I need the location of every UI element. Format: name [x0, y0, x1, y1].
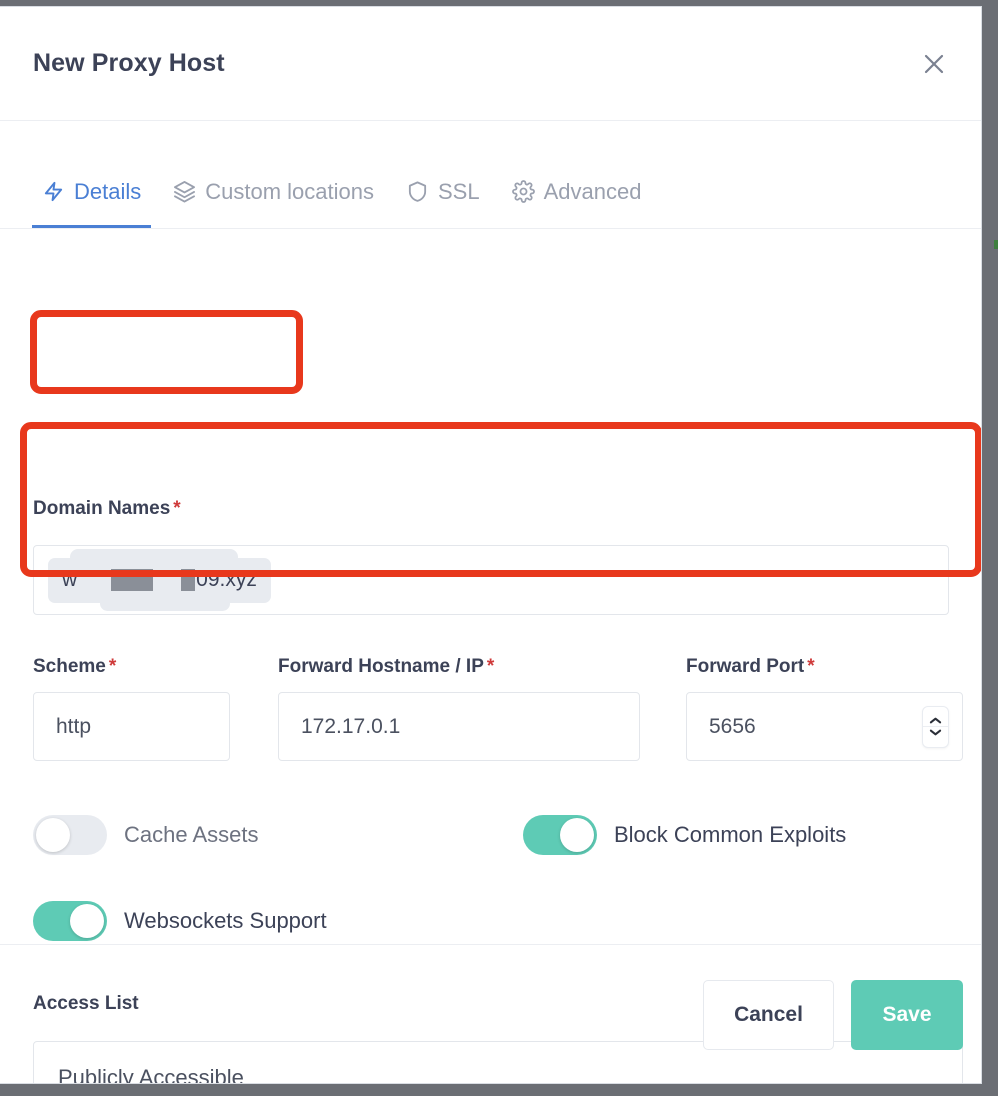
forward-port-label: Forward Port *	[686, 656, 815, 677]
required-marker: *	[108, 656, 117, 677]
forward-config-row: Scheme * http Forward Hostname / IP * 172.…	[33, 657, 963, 761]
scheme-select[interactable]: http	[33, 692, 230, 761]
modal-header: New Proxy Host	[0, 7, 981, 121]
cache-assets-switch[interactable]	[33, 815, 107, 855]
required-marker: *	[486, 656, 495, 677]
domain-names-input[interactable]: w 09.xyz	[33, 545, 949, 615]
forward-port-field-group: Forward Port * 5656	[686, 657, 963, 761]
scheme-field-group: Scheme * http	[33, 657, 278, 761]
cancel-button[interactable]: Cancel	[703, 979, 834, 1050]
page-title: New Proxy Host	[33, 49, 225, 77]
chevron-down-icon[interactable]	[928, 727, 943, 738]
shield-icon	[406, 180, 429, 203]
save-button[interactable]: Save	[851, 979, 963, 1050]
new-proxy-host-modal: New Proxy Host Details Custom locations …	[0, 6, 982, 1084]
forward-hostname-input[interactable]: 172.17.0.1	[278, 692, 640, 761]
required-marker: *	[807, 656, 815, 677]
redaction-block-2	[181, 569, 196, 591]
block-common-exploits-label: Block Common Exploits	[614, 822, 847, 847]
tab-advanced-label: Advanced	[543, 178, 642, 204]
switch-knob	[36, 818, 70, 852]
cache-assets-label: Cache Assets	[124, 822, 259, 847]
chevron-up-icon[interactable]	[928, 715, 943, 726]
tab-details[interactable]: Details	[26, 121, 157, 228]
domain-names-label: Domain Names *	[33, 498, 181, 519]
window-frame: New Proxy Host Details Custom locations …	[0, 0, 998, 1096]
websockets-support-switch[interactable]	[33, 901, 107, 941]
scheme-value: http	[56, 714, 92, 738]
window-edge-artifact	[994, 240, 998, 249]
forward-port-wrapper: 5656	[686, 692, 963, 761]
forward-hostname-label: Forward Hostname / IP *	[278, 656, 495, 677]
tab-custom-locations-label: Custom locations	[205, 178, 374, 204]
gear-icon	[511, 180, 535, 203]
tab-details-label: Details	[74, 178, 142, 204]
forward-hostname-field-group: Forward Hostname / IP * 172.17.0.1	[278, 657, 686, 761]
tab-ssl-label: SSL	[438, 178, 480, 204]
toggle-cache-assets[interactable]: Cache Assets	[33, 815, 259, 855]
quantity-stepper[interactable]	[922, 705, 949, 748]
lightning-bolt-icon	[42, 180, 65, 203]
redaction-smear-bottom	[100, 595, 230, 611]
forward-port-value: 5656	[709, 714, 756, 738]
modal-footer: Cancel Save	[0, 944, 981, 1083]
required-marker: *	[173, 498, 181, 519]
scheme-label: Scheme *	[33, 656, 117, 677]
close-icon[interactable]	[917, 47, 951, 81]
switch-knob	[70, 904, 104, 938]
toggle-block-common-exploits[interactable]: Block Common Exploits	[523, 815, 846, 855]
tab-advanced[interactable]: Advanced	[496, 121, 658, 228]
tab-ssl[interactable]: SSL	[390, 121, 496, 228]
redaction-block-1	[111, 569, 154, 591]
tab-bar: Details Custom locations SSL Advanced	[0, 121, 981, 229]
domain-name-chip[interactable]: w 09.xyz	[48, 548, 271, 611]
websockets-support-label: Websockets Support	[124, 908, 327, 933]
toggle-websockets-support[interactable]: Websockets Support	[33, 901, 327, 941]
layers-icon	[173, 180, 196, 203]
domain-chip-suffix: 09.xyz	[196, 568, 257, 591]
switch-knob	[560, 818, 594, 852]
domain-chip-prefix: w	[62, 568, 78, 591]
block-common-exploits-switch[interactable]	[523, 815, 597, 855]
active-tab-underline	[32, 225, 152, 228]
redaction-smear-top	[70, 548, 238, 565]
forward-hostname-value: 172.17.0.1	[301, 714, 401, 738]
modal-body: Domain Names * w 09.xyz Scheme * http Fo…	[0, 229, 981, 1083]
tab-custom-locations[interactable]: Custom locations	[157, 121, 390, 228]
